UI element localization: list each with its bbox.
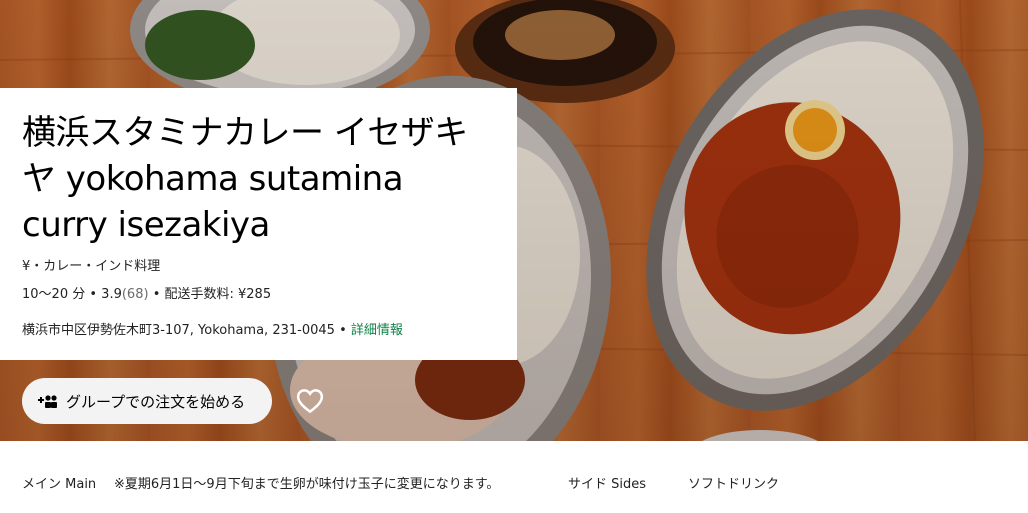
delivery-time: 10〜20 分 [22,287,86,302]
group-order-label: グループでの注文を始める [66,392,246,411]
tab-main[interactable]: メイン Main [22,473,96,492]
delivery-fee: 配送手数料: ¥285 [164,287,272,302]
store-title: 横浜スタミナカレー イセザキヤ yokohama sutamina curry … [22,113,468,245]
group-add-icon [38,393,58,409]
rating: 3.9 [101,287,122,302]
tab-sides[interactable]: サイド Sides [568,473,646,492]
store-info-card: 横浜スタミナカレー イセザキヤ yokohama sutamina curry … [0,88,517,360]
rating-count: (68) [121,287,149,302]
store-address-line: 横浜市中区伊勢佐木町3-107, Yokohama, 231-0045 • 詳細… [22,319,403,338]
store-address: 横浜市中区伊勢佐木町3-107, Yokohama, 231-0045 [22,323,335,338]
heart-outline-icon [296,389,324,414]
tab-summer-notice[interactable]: ※夏期6月1日〜9月下旬まで生卵が味付け玉子に変更になります。 [114,473,499,492]
more-info-link[interactable]: 詳細情報 [351,323,403,338]
store-stats: 10〜20 分 • 3.9(68) • 配送手数料: ¥285 [22,283,271,302]
group-order-button[interactable]: グループでの注文を始める [22,378,272,424]
separator: • [152,287,161,302]
separator: • [89,287,98,302]
tab-soft-drinks[interactable]: ソフトドリンク [688,473,779,492]
separator: • [339,323,347,338]
favorite-button[interactable] [295,386,325,416]
category-tabs: メイン Main ※夏期6月1日〜9月下旬まで生卵が味付け玉子に変更になります。… [0,441,1028,513]
store-cuisine: ¥・カレー・インド料理 [22,259,161,274]
